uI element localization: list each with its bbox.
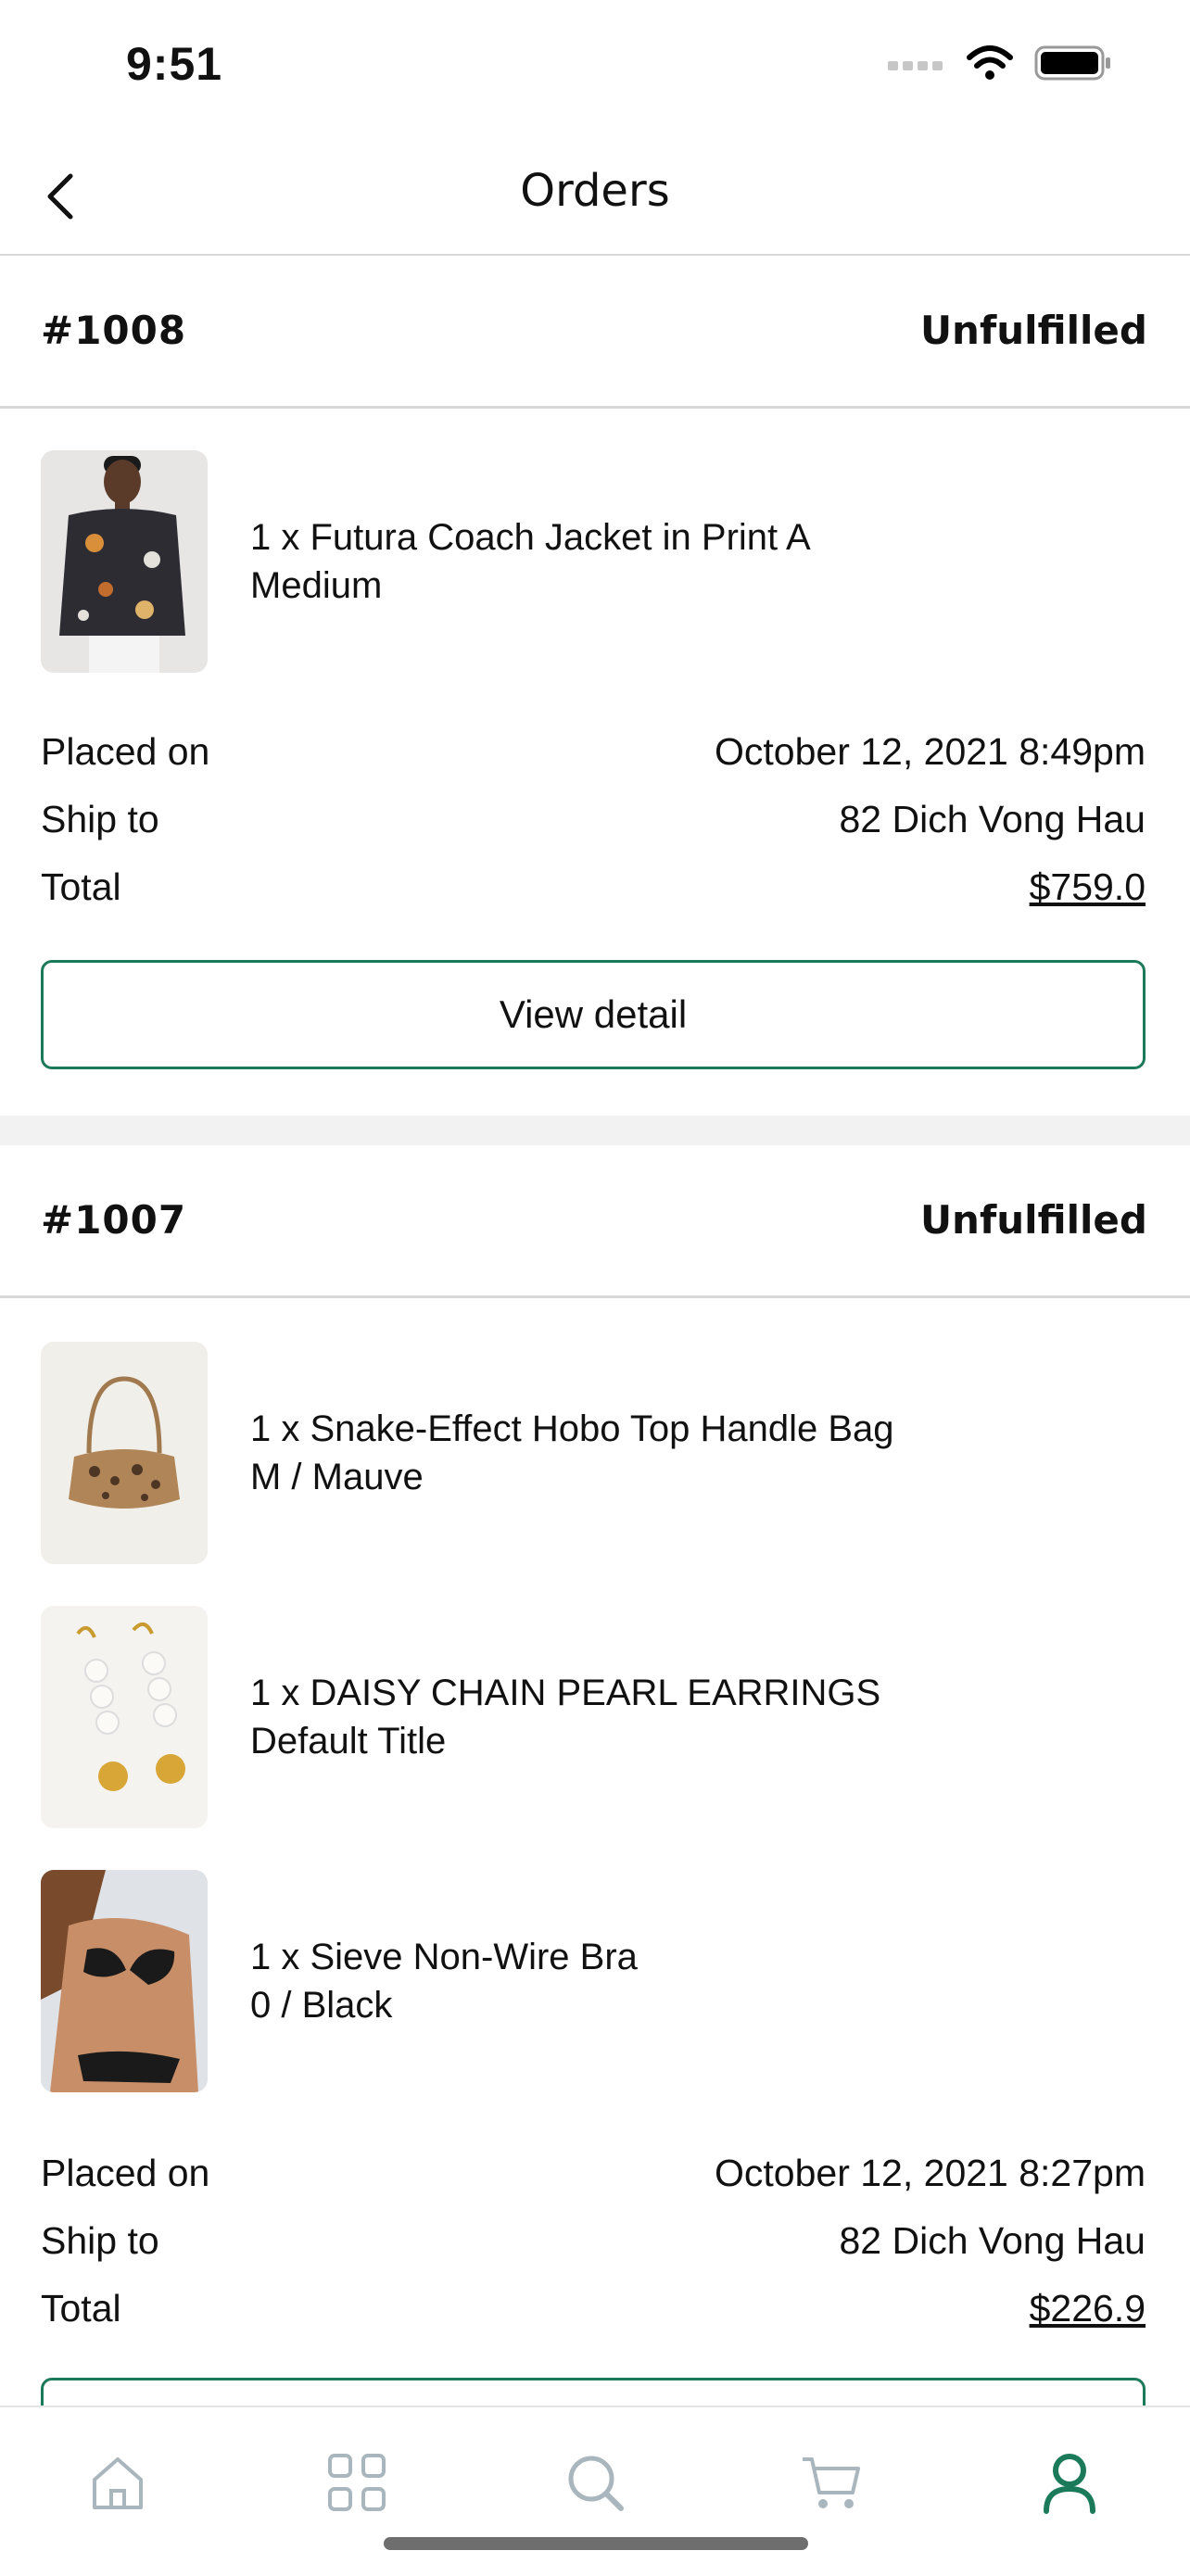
total-value: $759.0 [1029,865,1146,908]
home-icon [93,2457,143,2509]
item-variant: Default Title [250,1721,447,1762]
item-text: 1 x Futura Coach Jacket in Print A Mediu… [250,513,811,610]
item-text: 1 x DAISY CHAIN PEARL EARRINGS Default T… [250,1669,880,1765]
placed-on-row: Placed on October 12, 2021 8:49pm [41,730,1146,786]
page-title: Orders [520,165,670,217]
jacket-photo [41,450,208,673]
user-icon [1044,2454,1095,2514]
ship-to-row: Ship to 82 Dich Vong Hau [41,2219,1146,2275]
search-icon [568,2456,624,2511]
ship-to-label: Ship to [41,798,159,840]
order-status: Unfulfilled [919,308,1147,353]
cart-icon [803,2457,860,2508]
order-number: #1007 [41,1197,187,1243]
order-number: #1008 [41,308,187,353]
bra-photo [41,1870,208,2092]
grid-icon [328,2454,386,2511]
list-item: 1 x Snake-Effect Hobo Top Handle Bag M /… [41,1342,1153,1564]
order-card: #1007 Unfulfilled 1 x Snake-Effect Hobo … [0,1145,1190,2487]
list-item: 1 x Futura Coach Jacket in Print A Mediu… [41,450,1153,673]
order-status: Unfulfilled [919,1197,1147,1243]
tab-search[interactable] [553,2441,637,2524]
item-title: 1 x Sieve Non-Wire Bra [250,1937,638,1977]
tab-cart[interactable] [790,2441,873,2524]
total-label: Total [41,2287,121,2330]
order-card: #1008 Unfulfilled 1 x Futura Coach Jacke… [0,256,1190,1116]
placed-on-label: Placed on [41,730,210,773]
item-title: 1 x Futura Coach Jacket in Print A [250,517,811,558]
item-text: 1 x Snake-Effect Hobo Top Handle Bag M /… [250,1405,894,1501]
ship-to-value: 82 Dich Vong Hau [839,798,1146,840]
nav-bar: Orders [0,139,1190,256]
view-detail-button[interactable]: View detail [41,960,1146,1069]
tab-account[interactable] [1028,2441,1111,2524]
placed-on-value: October 12, 2021 8:27pm [715,2152,1146,2194]
placed-on-label: Placed on [41,2152,210,2194]
item-title: 1 x DAISY CHAIN PEARL EARRINGS [250,1673,881,1713]
total-value: $226.9 [1029,2287,1146,2330]
list-item: 1 x DAISY CHAIN PEARL EARRINGS Default T… [41,1606,1153,1828]
ship-to-label: Ship to [41,2219,159,2262]
status-time: 9:51 [126,38,223,90]
status-bar: 9:51 [0,0,1190,139]
total-row: Total $226.9 [41,2287,1146,2342]
signal-icon [888,61,943,70]
tab-categories[interactable] [315,2441,399,2524]
status-icons [888,44,1112,82]
ship-to-row: Ship to 82 Dich Vong Hau [41,798,1146,853]
item-variant: M / Mauve [250,1457,424,1497]
total-row: Total $759.0 [41,865,1146,921]
home-indicator [384,2537,808,2550]
placed-on-value: October 12, 2021 8:49pm [715,730,1146,773]
ship-to-value: 82 Dich Vong Hau [839,2219,1146,2262]
tab-home[interactable] [76,2441,159,2524]
bag-photo [41,1342,208,1564]
placed-on-row: Placed on October 12, 2021 8:27pm [41,2152,1146,2207]
item-variant: Medium [250,565,383,606]
order-header: #1008 Unfulfilled [0,256,1190,409]
item-title: 1 x Snake-Effect Hobo Top Handle Bag [250,1408,894,1449]
item-variant: 0 / Black [250,1985,393,2026]
wifi-icon [967,45,1013,80]
tab-bar [0,2406,1190,2576]
battery-icon [1034,45,1110,81]
list-item: 1 x Sieve Non-Wire Bra 0 / Black [41,1870,1153,2092]
order-header: #1007 Unfulfilled [0,1145,1190,1298]
item-text: 1 x Sieve Non-Wire Bra 0 / Black [250,1933,638,2029]
earrings-photo [41,1606,208,1828]
total-label: Total [41,865,121,908]
